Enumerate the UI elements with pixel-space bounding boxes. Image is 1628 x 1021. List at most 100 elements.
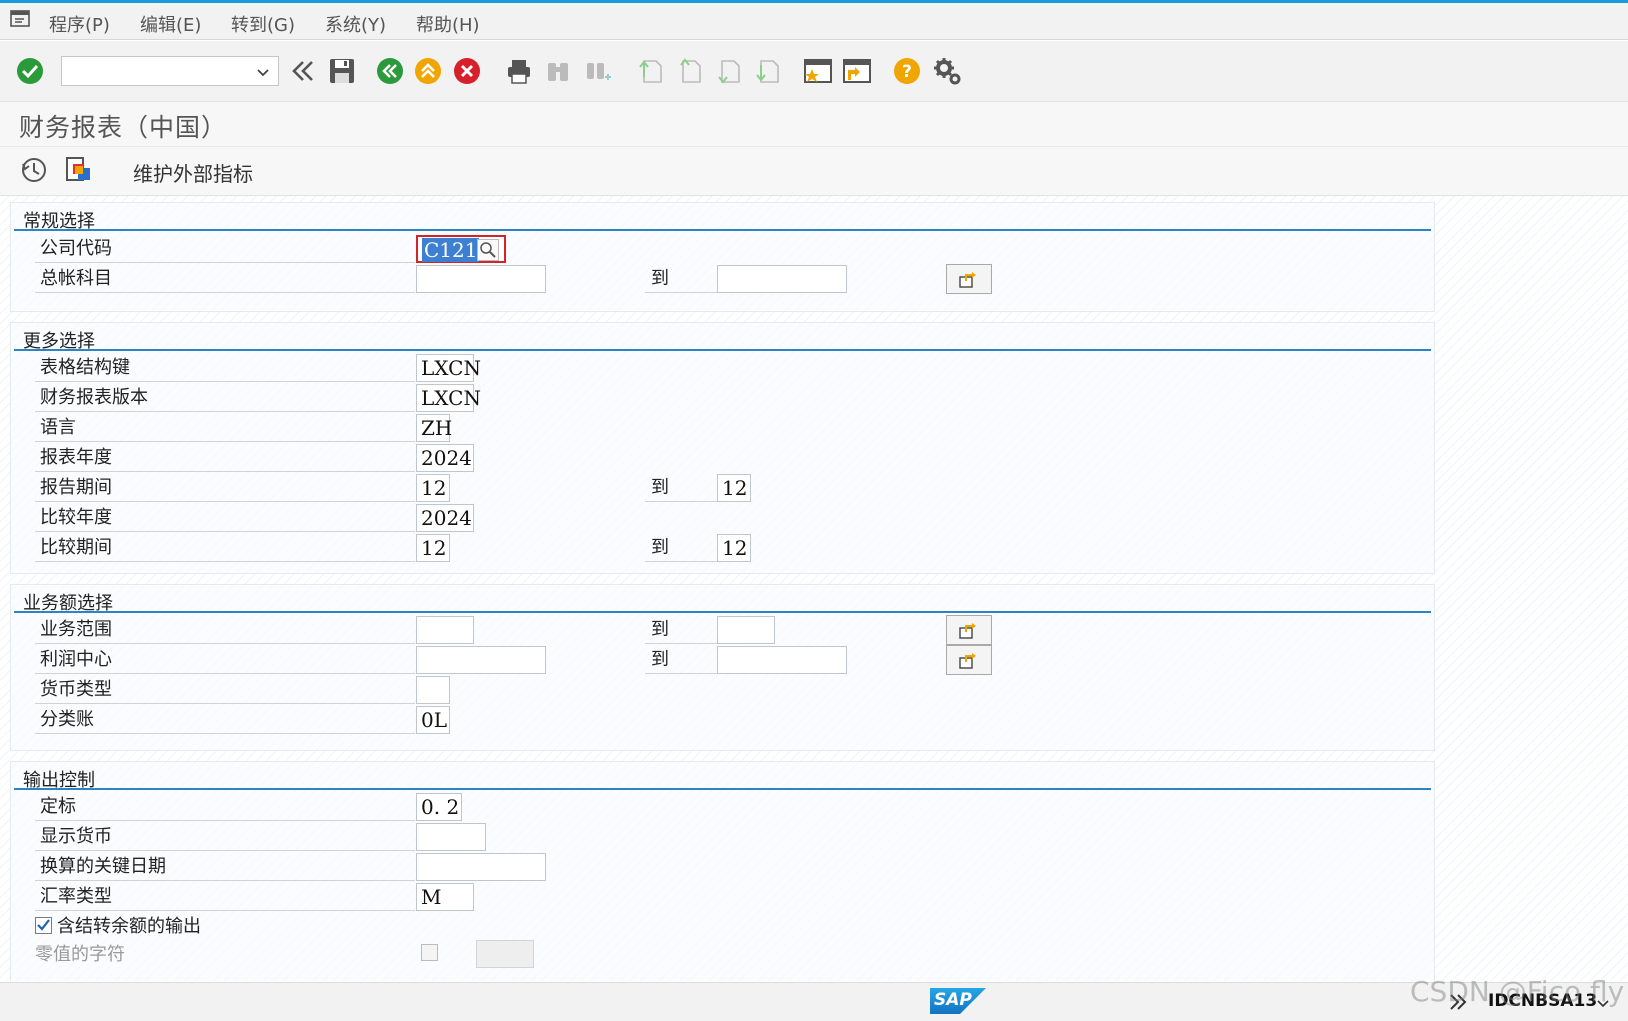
find-next-icon[interactable]	[583, 56, 613, 86]
ledger-field[interactable]: 0L	[416, 706, 450, 734]
menu-bar: 程序(P) 编辑(E) 转到(G) 系统(Y) 帮助(H)	[0, 0, 1628, 40]
group-output-control: 输出控制 定标 0. 2 显示货币 换算的关键日期 汇率类型 M 含结转余额的输…	[10, 761, 1435, 981]
report-period-from-field[interactable]: 12	[416, 474, 450, 502]
compare-period-to-field[interactable]: 12	[717, 534, 751, 562]
find-icon[interactable]	[543, 56, 573, 86]
rate-type-label: 汇率类型	[35, 883, 415, 911]
fs-version-field[interactable]: LXCN	[416, 384, 481, 412]
save-icon[interactable]	[327, 56, 357, 86]
compare-period-to-label: 到	[645, 534, 717, 562]
language-label: 语言	[35, 414, 415, 442]
double-chevron-left-icon[interactable]	[288, 56, 318, 86]
selection-screen: 常规选择 公司代码 C121 总帐科目 到 更多选择 表格结构键 LXCN 财务…	[0, 196, 1628, 981]
group-business-selection: 业务额选择 业务范围 到 利润中心 到 货币类型 分类账 0L	[10, 584, 1435, 751]
first-page-icon[interactable]	[635, 56, 665, 86]
title-bar: 财务报表（中国）	[0, 102, 1628, 147]
standard-toolbar: ?	[0, 41, 1628, 102]
back-icon[interactable]	[375, 56, 405, 86]
report-period-label: 报告期间	[35, 474, 415, 502]
business-area-to-label: 到	[645, 616, 717, 644]
report-year-field[interactable]: 2024	[416, 444, 474, 472]
display-currency-label: 显示货币	[35, 823, 415, 851]
print-icon[interactable]	[504, 56, 534, 86]
help-icon[interactable]: ?	[892, 56, 922, 86]
execute-icon[interactable]	[20, 156, 48, 188]
business-area-to-field[interactable]	[717, 616, 775, 644]
gl-account-to-field[interactable]	[717, 265, 847, 293]
menu-program[interactable]: 程序(P)	[49, 11, 110, 37]
ledger-label: 分类账	[35, 706, 415, 734]
gl-account-from-field[interactable]	[416, 265, 546, 293]
company-code-value: C121	[422, 238, 480, 262]
menu-edit[interactable]: 编辑(E)	[140, 11, 201, 37]
page-title: 财务报表（中国）	[19, 113, 228, 142]
shortcut-icon[interactable]	[842, 56, 872, 86]
group-general-selection: 常规选择 公司代码 C121 总帐科目 到	[10, 202, 1435, 312]
value-help-icon[interactable]	[477, 239, 499, 261]
menu-help[interactable]: 帮助(H)	[416, 11, 480, 37]
profit-center-to-label: 到	[645, 646, 717, 674]
watermark: CSDN @Fico fly	[1410, 975, 1625, 1008]
menu-icon[interactable]	[10, 9, 32, 29]
settings-icon[interactable]	[932, 56, 962, 86]
application-toolbar: 维护外部指标	[0, 147, 1628, 196]
company-code-label: 公司代码	[35, 235, 415, 263]
report-period-to-field[interactable]: 12	[717, 474, 751, 502]
menu-system[interactable]: 系统(Y)	[325, 11, 386, 37]
key-date-label: 换算的关键日期	[35, 853, 415, 881]
group-more-selection: 更多选择 表格结构键 LXCN 财务报表版本 LXCN 语言 ZH 报表年度 2…	[10, 322, 1435, 574]
report-period-to-label: 到	[645, 474, 717, 502]
status-bar: SAP IDCNBSA13 CSDN @Fico fly	[0, 975, 1628, 1021]
scale-field[interactable]: 0. 2	[416, 793, 462, 821]
scale-label: 定标	[35, 793, 415, 821]
currency-type-field[interactable]	[416, 676, 450, 704]
gl-account-to-label: 到	[645, 265, 717, 293]
rate-type-field[interactable]: M	[416, 883, 474, 911]
cancel-icon[interactable]	[452, 56, 482, 86]
svg-text:?: ?	[902, 62, 912, 82]
zero-value-checkbox[interactable]	[421, 944, 438, 961]
structure-key-label: 表格结构键	[35, 354, 415, 382]
profit-center-label: 利润中心	[35, 646, 415, 674]
compare-period-label: 比较期间	[35, 534, 415, 562]
chevron-down-icon[interactable]	[256, 64, 270, 83]
group-divider	[14, 229, 1431, 231]
exit-icon[interactable]	[413, 56, 443, 86]
multiple-selection-button[interactable]	[946, 645, 992, 675]
previous-page-icon[interactable]	[674, 56, 704, 86]
zero-value-label: 零值的字符	[35, 944, 125, 965]
key-date-field[interactable]	[416, 853, 546, 881]
get-variant-icon[interactable]	[64, 156, 94, 188]
compare-period-from-field[interactable]: 12	[416, 534, 450, 562]
sap-logo-text: SAP	[934, 990, 972, 1010]
sap-logo: SAP	[930, 988, 986, 1014]
group-divider	[14, 349, 1431, 351]
profit-center-to-field[interactable]	[717, 646, 847, 674]
compare-year-label: 比较年度	[35, 504, 415, 532]
display-currency-field[interactable]	[416, 823, 486, 851]
enter-icon[interactable]	[15, 56, 45, 86]
command-field[interactable]	[61, 56, 279, 86]
fs-version-label: 财务报表版本	[35, 384, 415, 412]
next-page-icon[interactable]	[713, 56, 743, 86]
structure-key-field[interactable]: LXCN	[416, 354, 481, 382]
maintain-external-indicator-button[interactable]: 维护外部指标	[133, 158, 253, 187]
multiple-selection-button[interactable]	[946, 615, 992, 645]
carry-forward-label: 含结转余额的输出	[57, 916, 201, 937]
profit-center-from-field[interactable]	[416, 646, 546, 674]
business-area-label: 业务范围	[35, 616, 415, 644]
multiple-selection-button[interactable]	[946, 264, 992, 294]
carry-forward-checkbox[interactable]	[35, 917, 52, 934]
currency-type-label: 货币类型	[35, 676, 415, 704]
last-page-icon[interactable]	[752, 56, 782, 86]
report-year-label: 报表年度	[35, 444, 415, 472]
language-field[interactable]: ZH	[416, 414, 452, 442]
business-area-from-field[interactable]	[416, 616, 474, 644]
compare-year-field[interactable]: 2024	[416, 504, 474, 532]
group-divider	[14, 788, 1431, 790]
zero-value-field[interactable]	[476, 940, 534, 968]
group-divider	[14, 611, 1431, 613]
menu-goto[interactable]: 转到(G)	[231, 11, 295, 37]
gl-account-label: 总帐科目	[35, 265, 415, 293]
create-session-icon[interactable]	[803, 56, 833, 86]
